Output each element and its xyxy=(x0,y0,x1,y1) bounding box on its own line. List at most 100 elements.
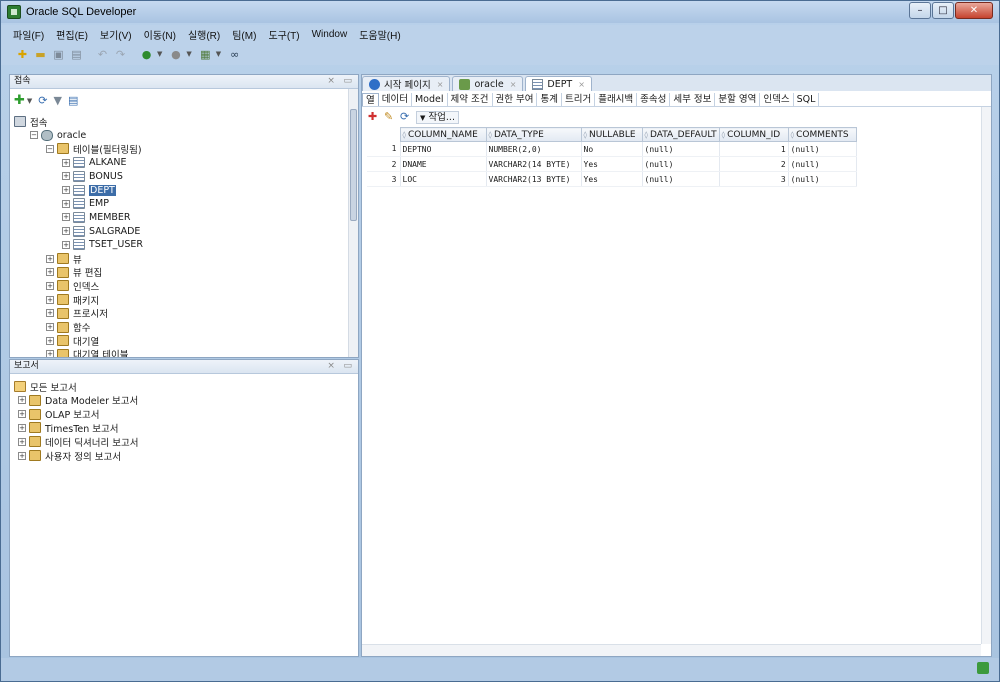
column-header[interactable]: ◊ COLUMN_NAME xyxy=(399,127,487,142)
scrollbar-thumb[interactable] xyxy=(350,109,357,221)
tree-node[interactable]: 접속 xyxy=(14,115,47,129)
table-cell[interactable]: DNAME xyxy=(400,156,487,172)
expand-toggle-icon[interactable]: + xyxy=(18,423,26,432)
table-row[interactable]: 1 DEPTNO NUMBER(2,0) No (null) 1 (null) xyxy=(367,141,857,157)
pin-icon[interactable]: ✚ xyxy=(368,111,380,123)
tree-node[interactable]: − oracle xyxy=(30,129,86,142)
expand-toggle-icon[interactable]: + xyxy=(62,186,70,194)
column-header[interactable]: ◊ NULLABLE xyxy=(580,127,643,142)
sub-tab-item[interactable]: 통계 xyxy=(537,92,562,106)
table-cell[interactable]: 1 xyxy=(719,141,789,157)
close-tab-icon[interactable]: × xyxy=(578,80,585,89)
report-node[interactable]: 모든 보고서 xyxy=(14,380,77,394)
menu-navigate[interactable]: 이동(N) xyxy=(144,27,176,42)
column-header[interactable]: ◊ DATA_TYPE xyxy=(485,127,582,142)
expand-toggle-icon[interactable]: + xyxy=(62,213,70,222)
table-cell[interactable]: VARCHAR2(14 BYTE) xyxy=(486,156,582,172)
column-header[interactable]: ◊ COMMENTS xyxy=(787,127,857,142)
forward-dropdown-icon[interactable]: ▼ xyxy=(186,50,191,58)
tree-node[interactable]: + 프로시저 xyxy=(46,307,108,320)
menu-file[interactable]: 파일(F) xyxy=(13,27,44,42)
editor-horizontal-scrollbar[interactable] xyxy=(362,644,981,656)
actions-button[interactable]: ▼ 작업... xyxy=(416,110,459,124)
column-header[interactable]: ◊ DATA_DEFAULT xyxy=(641,127,720,142)
table-cell[interactable]: (null) xyxy=(642,171,720,187)
tree-node[interactable]: + 인덱스 xyxy=(46,279,99,293)
tree-node[interactable]: + BONUS xyxy=(62,170,123,183)
expand-toggle-icon[interactable]: − xyxy=(30,131,38,140)
save-all-icon[interactable]: ▤ xyxy=(69,47,84,62)
save-icon[interactable]: ▣ xyxy=(51,47,66,62)
menu-run[interactable]: 실행(R) xyxy=(188,27,220,42)
expand-toggle-icon[interactable]: + xyxy=(62,199,70,208)
sub-tab-item[interactable]: 트리거 xyxy=(562,92,596,106)
tree-node[interactable]: + TSET_USER xyxy=(62,238,143,251)
sub-tab-item[interactable]: 열 xyxy=(362,92,379,106)
tree-node[interactable]: + ALKANE xyxy=(62,156,126,169)
sub-tab-item[interactable]: 플래시백 xyxy=(595,92,638,106)
table-cell[interactable]: (null) xyxy=(788,171,857,187)
menu-help[interactable]: 도움말(H) xyxy=(359,27,400,42)
redo-icon[interactable]: ↷ xyxy=(113,47,128,62)
expand-toggle-icon[interactable]: + xyxy=(46,254,54,263)
sub-tab-item[interactable]: 권한 부여 xyxy=(493,92,538,106)
maximize-button[interactable]: □ xyxy=(932,2,954,19)
minimize-button[interactable]: – xyxy=(909,2,931,19)
expand-toggle-icon[interactable]: + xyxy=(18,396,26,405)
panel-controls[interactable]: × ▭ xyxy=(327,360,352,373)
table-cell[interactable]: LOC xyxy=(400,171,487,187)
table-row[interactable]: 3 LOC VARCHAR2(13 BYTE) Yes (null) 3 (null) xyxy=(367,171,857,187)
table-cell[interactable]: VARCHAR2(13 BYTE) xyxy=(486,171,582,187)
tree-node[interactable]: + 뷰 편집 xyxy=(46,266,102,279)
expand-toggle-icon[interactable]: + xyxy=(18,410,26,419)
report-node[interactable]: + Data Modeler 보고서 xyxy=(18,394,138,407)
doc-tab-1[interactable]: 시작 페이지 × xyxy=(362,76,451,91)
expand-toggle-icon[interactable]: + xyxy=(46,268,54,277)
table-cell[interactable]: (null) xyxy=(642,141,720,157)
expand-toggle-icon[interactable]: + xyxy=(18,451,26,460)
sub-tab-item[interactable]: 분할 영역 xyxy=(715,92,761,106)
expand-toggle-icon[interactable]: + xyxy=(46,336,54,345)
expand-toggle-icon[interactable]: + xyxy=(62,158,70,167)
sub-tab-item[interactable]: Model xyxy=(412,92,448,106)
table-cell[interactable]: Yes xyxy=(581,156,643,172)
tree-node[interactable]: − 테이블(필터링됨) xyxy=(46,142,142,156)
table-cell[interactable]: No xyxy=(581,141,643,157)
menu-team[interactable]: 팀(M) xyxy=(232,27,256,42)
tree-node[interactable]: + MEMBER xyxy=(62,211,131,224)
expand-toggle-icon[interactable]: + xyxy=(62,240,70,249)
sub-tab-item[interactable]: 인덱스 xyxy=(760,92,794,106)
expand-toggle-icon[interactable]: + xyxy=(62,227,70,236)
column-header[interactable]: ◊ COLUMN_ID xyxy=(718,127,789,142)
binoculars-icon[interactable]: ∞ xyxy=(227,47,242,62)
table-cell[interactable]: (null) xyxy=(642,156,720,172)
table-cell[interactable]: NUMBER(2,0) xyxy=(486,141,582,157)
refresh-icon[interactable]: ⟳ xyxy=(400,111,412,123)
table-cell[interactable]: (null) xyxy=(788,141,857,157)
close-tab-icon[interactable]: × xyxy=(510,80,517,89)
table-cell[interactable]: DEPTNO xyxy=(400,141,487,157)
expand-toggle-icon[interactable]: + xyxy=(62,172,70,181)
doc-tab-3[interactable]: DEPT × xyxy=(525,76,592,91)
sub-tab-item[interactable]: 종속성 xyxy=(637,92,671,106)
table-cell[interactable]: 3 xyxy=(719,171,789,187)
expand-toggle-icon[interactable]: + xyxy=(18,437,26,446)
table-cell[interactable]: Yes xyxy=(581,171,643,187)
tree-node[interactable]: + 패키지 xyxy=(46,293,99,307)
menu-edit[interactable]: 편집(E) xyxy=(56,27,88,42)
menu-window[interactable]: Window xyxy=(312,29,348,40)
expand-toggle-icon[interactable]: + xyxy=(46,295,54,304)
tree-node[interactable]: + 뷰 xyxy=(46,252,82,266)
sql-worksheet-icon[interactable]: ▦ xyxy=(198,47,213,62)
table-cell[interactable]: (null) xyxy=(788,156,857,172)
expand-toggle-icon[interactable]: + xyxy=(46,309,54,318)
back-dropdown-icon[interactable]: ▼ xyxy=(157,50,162,58)
edit-icon[interactable]: ✎ xyxy=(384,111,396,123)
tree-node[interactable]: + 대기열 테이블 xyxy=(46,348,128,357)
editor-vertical-scrollbar[interactable] xyxy=(981,107,991,644)
forward-icon[interactable]: ● xyxy=(168,47,183,62)
expand-toggle-icon[interactable]: + xyxy=(46,350,54,357)
close-tab-icon[interactable]: × xyxy=(437,80,444,89)
sub-tab-item[interactable]: 세부 정보 xyxy=(670,92,716,106)
tree-node[interactable]: + SALGRADE xyxy=(62,225,140,238)
